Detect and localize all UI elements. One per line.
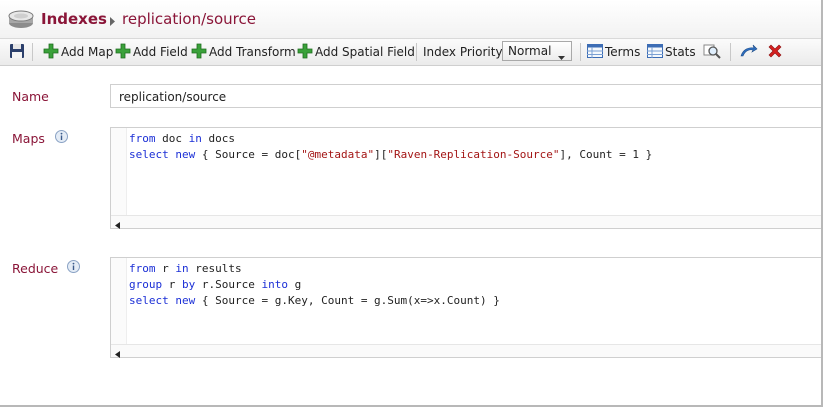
add-field-button[interactable]: Add Field (115, 39, 188, 65)
rename-index-button[interactable] (740, 39, 758, 65)
reduce-label: Reduce (12, 261, 59, 276)
index-priority-value: Normal (508, 44, 552, 58)
add-transform-label: Add Transform (209, 45, 296, 59)
index-priority-label: Index Priority (423, 45, 503, 59)
table-icon (647, 43, 663, 61)
database-icon (7, 8, 35, 33)
maps-code-line-1: from doc in docs (129, 132, 235, 145)
reduce-editor[interactable]: from r in results group r by r.Source in… (110, 257, 823, 358)
delete-icon (767, 43, 783, 62)
info-icon[interactable] (55, 130, 68, 146)
toolbar: Add Map Add Field Add Transform Add Spat… (0, 39, 823, 66)
add-spatial-field-label: Add Spatial Field (315, 45, 415, 59)
plus-icon (191, 43, 207, 62)
stats-label: Stats (665, 45, 696, 59)
edit-arrow-icon (740, 44, 758, 61)
plus-icon (43, 43, 59, 62)
plus-icon (297, 43, 313, 62)
reduce-horizontal-scrollbar[interactable] (111, 344, 823, 358)
breadcrumb-indexes-link[interactable]: Indexes (41, 10, 107, 28)
info-icon[interactable] (67, 260, 80, 276)
maps-editor[interactable]: from doc in docs select new { Source = d… (110, 127, 823, 229)
index-name-input[interactable]: replication/source (110, 84, 823, 108)
reduce-code-line-2: group r by r.Source into g (129, 278, 302, 291)
terms-button[interactable]: Terms (587, 39, 640, 65)
reduce-code-line-3: select new { Source = g.Key, Count = g.S… (129, 294, 500, 307)
add-map-button[interactable]: Add Map (43, 39, 113, 65)
stats-button[interactable]: Stats (647, 39, 696, 65)
reduce-code-line-1: from r in results (129, 262, 242, 275)
delete-index-button[interactable] (767, 39, 783, 65)
dropdown-arrow-icon (558, 49, 565, 63)
chevron-right-icon (110, 15, 116, 29)
maps-code-line-2: select new { Source = doc["@metadata"]["… (129, 148, 653, 161)
plus-icon (115, 43, 131, 62)
terms-label: Terms (605, 45, 641, 59)
magnifier-icon (703, 43, 721, 62)
scroll-left-icon[interactable] (115, 347, 120, 361)
save-icon (9, 43, 25, 62)
add-field-label: Add Field (133, 45, 188, 59)
add-transform-button[interactable]: Add Transform (191, 39, 296, 65)
maps-label: Maps (12, 131, 45, 146)
name-label: Name (12, 89, 49, 104)
breadcrumb-bar: Indexes replication/source (0, 0, 823, 39)
add-map-label: Add Map (61, 45, 114, 59)
breadcrumb-current: replication/source (122, 10, 256, 28)
index-priority-select[interactable]: Normal (502, 41, 572, 61)
table-icon (587, 43, 603, 61)
scroll-left-icon[interactable] (115, 218, 120, 232)
query-index-button[interactable] (703, 39, 721, 65)
save-button[interactable] (9, 39, 25, 65)
maps-horizontal-scrollbar[interactable] (111, 215, 823, 229)
add-spatial-field-button[interactable]: Add Spatial Field (297, 39, 415, 65)
